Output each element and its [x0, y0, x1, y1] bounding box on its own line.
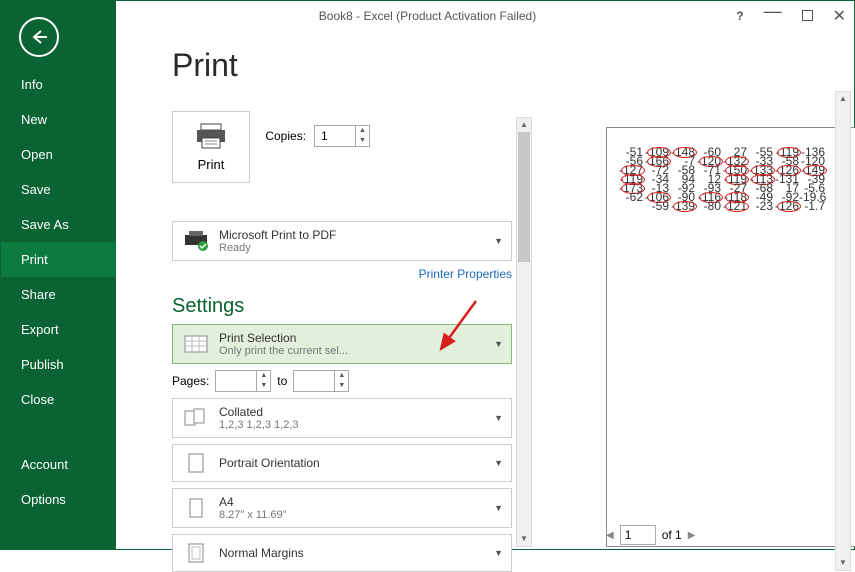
pages-to-label: to: [277, 374, 287, 388]
next-page-button[interactable]: ▶: [688, 530, 696, 541]
title-bar: Book8 - Excel (Product Activation Failed…: [1, 1, 854, 31]
preview-cell: -59: [643, 202, 669, 211]
sidebar-item-export[interactable]: Export: [1, 312, 116, 347]
scroll-down-icon[interactable]: ▼: [517, 532, 531, 546]
paper-sub: 8.27" x 11.69": [219, 509, 488, 521]
sheet-icon: [181, 332, 211, 356]
print-button-label: Print: [193, 157, 229, 172]
margins-main: Normal Margins: [219, 546, 488, 560]
sidebar-item-new[interactable]: New: [1, 102, 116, 137]
paper-size-select[interactable]: A48.27" x 11.69" ▼: [172, 488, 512, 528]
chevron-down-icon: ▼: [494, 503, 503, 513]
page-navigator: ◀ of 1 ▶: [606, 525, 695, 545]
settings-scrollbar[interactable]: ▲ ▼: [516, 117, 532, 547]
preview-cell: -126: [773, 202, 799, 211]
copies-up[interactable]: ▲: [356, 126, 369, 136]
window-controls: ? — ✕: [736, 5, 846, 26]
print-area-sub: Only print the current sel...: [219, 345, 488, 357]
printer-icon: [181, 229, 211, 253]
current-page-input[interactable]: [620, 525, 656, 545]
portrait-icon: [181, 451, 211, 475]
window-title: Book8 - Excel (Product Activation Failed…: [319, 9, 536, 23]
sidebar-item-save-as[interactable]: Save As: [1, 207, 116, 242]
sidebar-item-info[interactable]: Info: [1, 67, 116, 102]
sidebar-item-close[interactable]: Close: [1, 382, 116, 417]
print-area-select[interactable]: Print SelectionOnly print the current se…: [172, 324, 512, 364]
orientation-select[interactable]: Portrait Orientation ▼: [172, 444, 512, 482]
preview-cell: -121: [721, 202, 747, 211]
copies-input[interactable]: [315, 126, 355, 146]
preview-cell: -62: [617, 193, 643, 202]
copies-spinner[interactable]: ▲▼: [314, 125, 370, 147]
pages-to-spinner[interactable]: ▲▼: [293, 370, 349, 392]
chevron-down-icon: ▼: [494, 339, 503, 349]
scroll-up-icon[interactable]: ▲: [517, 118, 531, 132]
back-button[interactable]: [19, 17, 59, 57]
sidebar-item-open[interactable]: Open: [1, 137, 116, 172]
chevron-down-icon: ▼: [494, 458, 503, 468]
minimize-button[interactable]: —: [764, 1, 782, 22]
page-icon: [181, 496, 211, 520]
preview-cell: -139: [669, 202, 695, 211]
backstage-sidebar: InfoNewOpenSaveSave AsPrintShareExportPu…: [1, 1, 116, 549]
printer-properties-link[interactable]: Printer Properties: [172, 267, 512, 281]
chevron-down-icon: ▼: [494, 236, 503, 246]
collation-select[interactable]: Collated1,2,3 1,2,3 1,2,3 ▼: [172, 398, 512, 438]
printer-status: Ready: [219, 242, 488, 254]
collation-main: Collated: [219, 405, 488, 419]
page-total: of 1: [662, 528, 682, 542]
collated-icon: [181, 406, 211, 430]
preview-cell: -23: [747, 202, 773, 211]
right-scrollbar[interactable]: ▲ ▼: [835, 91, 851, 571]
pages-label: Pages:: [172, 374, 209, 388]
scrollbar-thumb[interactable]: [518, 132, 530, 262]
preview-cell: -1.7: [799, 202, 825, 211]
paper-main: A4: [219, 495, 488, 509]
help-button[interactable]: ?: [736, 9, 743, 23]
prev-page-button[interactable]: ◀: [606, 530, 614, 541]
print-preview: -51-109-148-6027-55-119-136-56-166-7-120…: [606, 127, 855, 547]
scroll-up-icon[interactable]: ▲: [836, 92, 850, 106]
margins-select[interactable]: Normal Margins ▼: [172, 534, 512, 572]
settings-section-header: Settings: [172, 295, 512, 318]
printer-select[interactable]: Microsoft Print to PDFReady ▼: [172, 221, 512, 261]
preview-cell: -80: [695, 202, 721, 211]
sidebar-item-account[interactable]: Account: [1, 447, 116, 482]
collation-sub: 1,2,3 1,2,3 1,2,3: [219, 419, 488, 431]
scroll-down-icon[interactable]: ▼: [836, 556, 850, 570]
copies-label: Copies:: [265, 129, 306, 143]
sidebar-item-print[interactable]: Print: [1, 242, 116, 277]
main-panel: Print Print Copies: ▲▼ Printer Microsoft…: [116, 31, 854, 549]
chevron-down-icon: ▼: [494, 413, 503, 423]
orientation-main: Portrait Orientation: [219, 456, 488, 470]
close-button[interactable]: ✕: [833, 6, 846, 26]
sidebar-item-options[interactable]: Options: [1, 482, 116, 517]
sidebar-item-save[interactable]: Save: [1, 172, 116, 207]
page-title: Print: [116, 31, 854, 94]
print-button[interactable]: Print: [172, 111, 250, 183]
maximize-button[interactable]: [802, 10, 813, 21]
pages-from-input[interactable]: [216, 371, 256, 391]
pages-from-spinner[interactable]: ▲▼: [215, 370, 271, 392]
print-area-main: Print Selection: [219, 331, 488, 345]
sidebar-item-share[interactable]: Share: [1, 277, 116, 312]
sidebar-item-publish[interactable]: Publish: [1, 347, 116, 382]
printer-section-header: Printer: [172, 201, 512, 215]
printer-name: Microsoft Print to PDF: [219, 228, 488, 242]
pages-to-input[interactable]: [294, 371, 334, 391]
copies-down[interactable]: ▼: [356, 136, 369, 146]
margins-icon: [181, 541, 211, 565]
